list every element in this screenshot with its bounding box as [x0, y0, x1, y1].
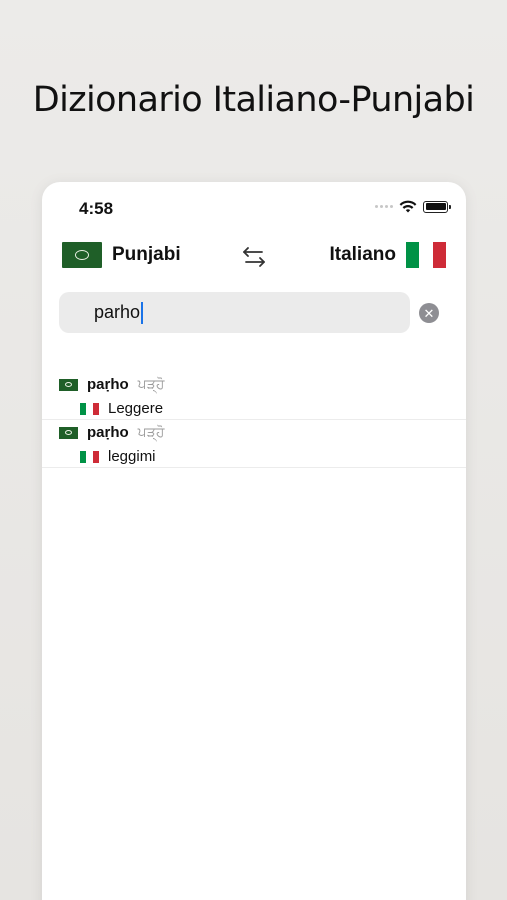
- target-language-button[interactable]: Italiano: [329, 242, 446, 268]
- results-list: paṛho ਪੜ੍ਹੋ Leggere paṛho ਪੜ੍ਹੋ leggimi: [42, 372, 466, 468]
- source-language-button[interactable]: Punjabi: [62, 242, 181, 268]
- result-script: ਪੜ੍ਹੋ: [137, 376, 165, 393]
- search-input-value: parho: [94, 302, 141, 322]
- result-word: paṛho: [87, 376, 129, 393]
- wifi-icon: [399, 200, 417, 213]
- target-language-label: Italiano: [329, 244, 396, 265]
- result-word: paṛho: [87, 424, 129, 441]
- pakistan-flag-icon: [59, 426, 78, 439]
- source-language-label: Punjabi: [112, 244, 181, 265]
- language-bar: Punjabi Italiano: [42, 238, 466, 286]
- swap-arrows-icon[interactable]: [239, 242, 269, 272]
- signal-dots-icon: [375, 205, 393, 208]
- text-caret: [141, 301, 144, 324]
- pakistan-flag-icon: [62, 242, 102, 268]
- search-input[interactable]: parho: [59, 292, 410, 333]
- list-item[interactable]: paṛho ਪੜ੍ਹੋ Leggere: [42, 372, 466, 420]
- italy-flag-icon: [80, 450, 99, 463]
- status-bar: 4:58: [42, 182, 466, 238]
- battery-icon: [423, 200, 451, 213]
- search-row: parho ✕: [42, 292, 466, 336]
- phone-screen: 4:58 Punjabi Italiano parho ✕ paṛho ਪੜ੍ਹ…: [42, 182, 466, 900]
- result-script: ਪੜ੍ਹੋ: [137, 424, 165, 441]
- pakistan-flag-icon: [59, 378, 78, 391]
- status-icons: [375, 200, 451, 213]
- italy-flag-icon: [406, 242, 446, 268]
- list-item[interactable]: paṛho ਪੜ੍ਹੋ leggimi: [42, 420, 466, 468]
- result-translation: leggimi: [108, 448, 156, 465]
- result-translation: Leggere: [108, 400, 164, 417]
- page-headline: Dizionario Italiano-Punjabi: [32, 80, 475, 120]
- italy-flag-icon: [80, 402, 99, 415]
- status-time: 4:58: [79, 199, 114, 218]
- clear-circle-icon[interactable]: ✕: [419, 303, 439, 323]
